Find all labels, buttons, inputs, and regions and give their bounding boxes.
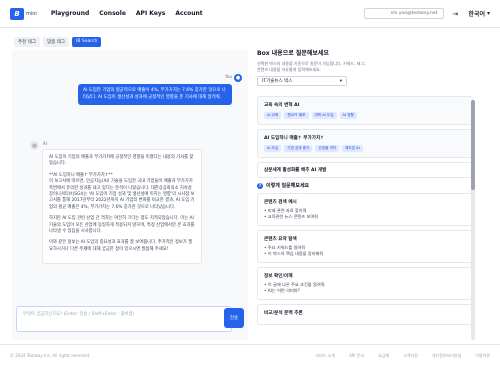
footer: © 2024 Testway Inc. All rights reserved.…	[0, 344, 500, 366]
tag-chip[interactable]: 제조업 AI	[342, 145, 363, 152]
panel-title: Box 내용으로 질문해보세요	[257, 50, 329, 57]
tag-chip[interactable]: 챗GPT 배포	[284, 112, 309, 119]
user-label: You	[225, 74, 232, 79]
example-item[interactable]: • 이 박스의 핵심 내용을 정리해줘	[264, 251, 466, 257]
tag-tabs: 추천 태그 맞춤 태그 IB Search	[12, 34, 248, 50]
question-cards: 교육 속의 변혁 AI AI 교육 챗GPT 배포 대학 AI 도입 AI 영향…	[257, 96, 473, 340]
tag-chips: AI 교육 챗GPT 배포 대학 AI 도입 AI 영향	[264, 112, 466, 119]
logo[interactable]: B mini	[10, 7, 37, 20]
footer-links: 서비스 소개 API 문서 요금제 고객지원 개인정보처리방침 이용약관	[315, 353, 490, 359]
panel-subtitle: 선택한 박스의 내용을 기준으로 질문이 가능합니다. 키워드, 태그, 콘텐츠…	[257, 61, 366, 72]
example-card-title: 비교/분석 문맥 추론	[264, 311, 303, 316]
user-email: sm.yoo@testwoy.net	[364, 8, 445, 19]
user-avatar-icon: ●	[234, 74, 242, 82]
chat-area: You ● AI 도입한 기업의 평균적으로 매출이 4%, 부가가치는 7.6…	[12, 50, 248, 302]
footer-link[interactable]: API 문서	[349, 353, 364, 359]
tag-group-card[interactable]: 교육 속의 변혁 AI AI 교육 챗GPT 배포 대학 AI 도입 AI 영향	[257, 96, 473, 125]
tag-group-title: AI 도입하니 매출↑ 부가가치↑	[264, 136, 325, 141]
nav-account[interactable]: Account	[175, 10, 202, 17]
tab-ib-search[interactable]: IB Search	[72, 37, 102, 47]
tag-chips: AI 도입 기업 성과 증가 산업별 격차 제조업 AI	[264, 145, 466, 152]
example-card-title: 콘텐츠 검색 예시	[264, 200, 297, 205]
ai-paragraph: AI 도입이 기업의 매출과 부가가치에 긍정적인 영향을 미쳤다는 내용의 기…	[49, 155, 194, 167]
ai-paragraph: **AI 도입하니 매출↑ 부가가치↑** 이 보고서에 따르면, 인공지능(A…	[49, 172, 195, 210]
example-item[interactable]: • AI는 어떤 의미야?	[264, 288, 466, 294]
tag-chip[interactable]: 산업별 격차	[315, 145, 340, 152]
chevron-down-icon: ▾	[339, 78, 342, 84]
main-nav: Playground Console API Keys Account	[51, 10, 203, 17]
section-heading: ? 이렇게 질문해보세요	[257, 182, 473, 189]
example-card-title: 콘텐츠 요약 탐색	[264, 237, 297, 242]
tag-chip[interactable]: 기업 성과 증가	[284, 145, 313, 152]
nav-playground[interactable]: Playground	[51, 10, 89, 17]
language-select[interactable]: 한국어 ▾	[468, 9, 490, 18]
tab-custom-tags[interactable]: 맞춤 태그	[43, 37, 69, 47]
box-select[interactable]: IT기술뉴스 박스 ▾	[257, 76, 347, 86]
nav-console[interactable]: Console	[99, 10, 126, 17]
logo-mark: B	[10, 7, 24, 20]
tab-recommended-tags[interactable]: 추천 태그	[14, 37, 40, 47]
tag-chip[interactable]: AI 교육	[264, 112, 282, 119]
chevron-down-icon: ▾	[486, 10, 490, 17]
panel-scrollbar[interactable]	[471, 100, 475, 340]
ai-label: AI	[43, 141, 47, 146]
footer-link[interactable]: 이용약관	[475, 353, 490, 359]
tag-chip[interactable]: 대학 AI 도입	[311, 112, 337, 119]
example-card-title: 정보 확인/이해	[264, 274, 293, 279]
box-question-panel: Box 내용으로 질문해보세요 선택한 박스의 내용을 기준으로 질문이 가능합…	[252, 48, 480, 340]
user-message: AI 도입한 기업의 평균적으로 매출이 4%, 부가가치는 7.6% 증가한 …	[78, 84, 232, 105]
chat-panel: 추천 태그 맞춤 태그 IB Search You ● AI 도입한 기업의 평…	[12, 34, 248, 340]
example-card[interactable]: 콘텐츠 요약 탐색 • 주요 키워드를 알려줘 • 이 박스의 핵심 내용을 정…	[257, 230, 473, 263]
ai-message: AI 도입이 기업의 매출과 부가가치에 긍정적인 영향을 미쳤다는 내용의 기…	[42, 149, 202, 265]
example-card[interactable]: 정보 확인/이해 • 이 글에 나온 주요 조건을 알려줘 • AI는 어떤 의…	[257, 267, 473, 300]
footer-link[interactable]: 고객지원	[403, 353, 418, 359]
footer-link[interactable]: 요금제	[378, 353, 389, 359]
scrollbar-thumb[interactable]	[471, 100, 475, 190]
footer-link[interactable]: 서비스 소개	[315, 353, 335, 359]
footer-link[interactable]: 개인정보처리방침	[432, 353, 461, 359]
ai-paragraph: 하지만 AI 도입 관련 산업 간 격차는 여전히 크다는 점도 지적되었습니다…	[49, 216, 195, 235]
ai-avatar-icon: ◎	[30, 141, 39, 150]
suggested-question[interactable]: 삼분세계 활성화를 배추 AI 개발	[257, 162, 473, 178]
logo-text: mini	[26, 10, 37, 17]
send-button[interactable]: 전송	[224, 308, 244, 328]
nav-api-keys[interactable]: API Keys	[136, 10, 165, 17]
language-label: 한국어	[468, 11, 485, 18]
logout-icon[interactable]: ⇥	[452, 10, 460, 18]
tag-group-title: 교육 속의 변혁 AI	[264, 103, 300, 108]
example-card[interactable]: 비교/분석 문맥 추론	[257, 304, 473, 325]
chat-input[interactable]: 무엇이 궁금하신가요? (Enter: 전송 / Shift+Enter : 줄…	[16, 306, 232, 332]
example-card[interactable]: 콘텐츠 검색 예시 • 미래 관련 자료 찾아줘 • 교육관련 뉴스 콘텐츠 보…	[257, 193, 473, 226]
section-title: 이렇게 질문해보세요	[266, 183, 310, 189]
example-item[interactable]: • 교육관련 뉴스 콘텐츠 보여줘	[264, 214, 466, 220]
ai-paragraph: 이와 같은 정보는 AI 도입의 중요성과 효과를 잘 보여줍니다. 추가적인 …	[49, 240, 193, 252]
tag-chip[interactable]: AI 영향	[339, 112, 357, 119]
top-navigation: B mini Playground Console API Keys Accou…	[0, 0, 500, 28]
tag-group-card[interactable]: AI 도입하니 매출↑ 부가가치↑ AI 도입 기업 성과 증가 산업별 격차 …	[257, 129, 473, 158]
question-icon: ?	[257, 182, 263, 189]
tag-chip[interactable]: AI 도입	[264, 145, 282, 152]
nav-right: sm.yoo@testwoy.net ⇥ 한국어 ▾	[364, 8, 490, 19]
copyright: © 2024 Testway Inc. All rights reserved.	[10, 353, 91, 358]
box-select-value: IT기술뉴스 박스	[262, 79, 293, 84]
